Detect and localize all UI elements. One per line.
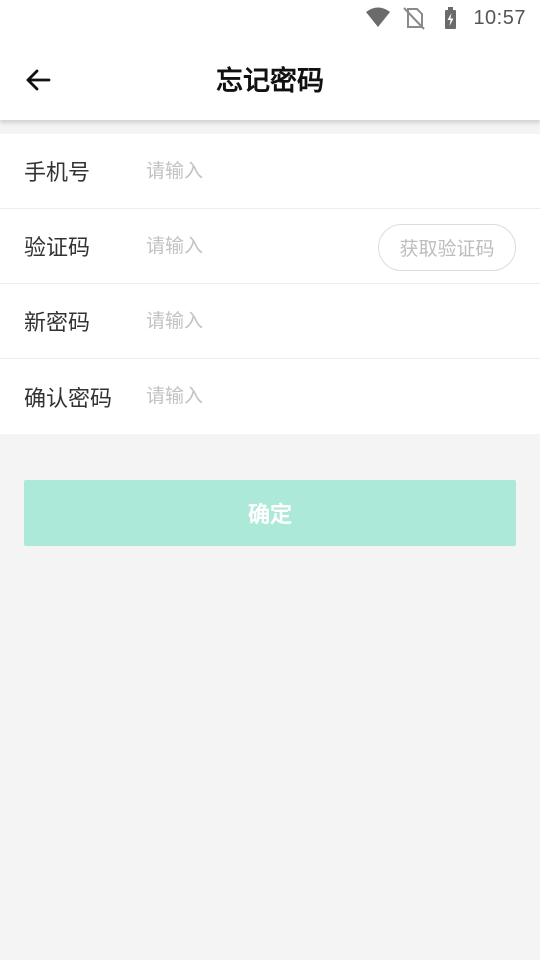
wifi-icon (365, 6, 391, 30)
new-password-row: 新密码 (0, 284, 540, 359)
new-password-label: 新密码 (24, 311, 91, 336)
confirm-button[interactable]: 确定 (24, 480, 516, 546)
page-title: 忘记密码 (216, 65, 324, 97)
code-row: 验证码 获取验证码 (0, 209, 540, 284)
phone-row: 手机号 (0, 134, 540, 209)
get-code-button[interactable]: 获取验证码 (378, 224, 516, 271)
code-label: 验证码 (24, 236, 91, 261)
no-sim-icon (401, 6, 427, 30)
phone-label: 手机号 (24, 161, 91, 186)
new-password-input[interactable] (146, 302, 516, 340)
phone-input[interactable] (146, 152, 516, 190)
confirm-password-label: 确认密码 (24, 386, 113, 412)
arrow-left-icon (24, 66, 52, 94)
battery-charging-icon (437, 6, 463, 30)
confirm-password-input[interactable] (146, 377, 516, 415)
status-time: 10:57 (473, 6, 526, 29)
reset-password-form: 手机号 验证码 获取验证码 新密码 确认密码 (0, 134, 540, 434)
app-header: 忘记密码 (0, 36, 540, 120)
code-input[interactable] (146, 227, 366, 265)
status-bar: 10:57 (0, 0, 540, 36)
confirm-password-row: 确认密码 (0, 359, 540, 434)
back-button[interactable] (20, 62, 56, 98)
